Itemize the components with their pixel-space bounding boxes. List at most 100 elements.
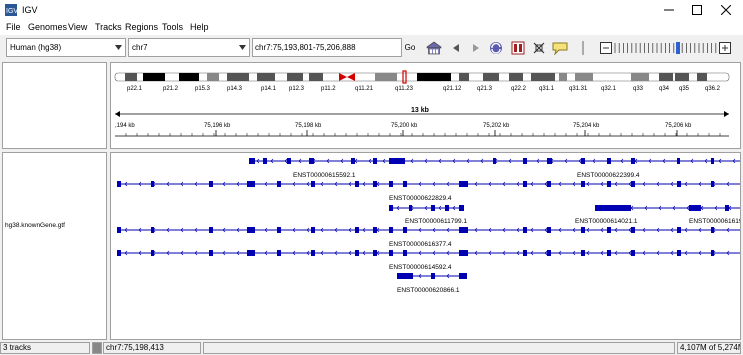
ideogram-band-label: p22.1 xyxy=(127,86,143,92)
genome-select[interactable]: Human (hg38) xyxy=(6,38,126,57)
ideogram-band xyxy=(509,73,523,81)
minimize-button[interactable] xyxy=(655,0,683,20)
exon xyxy=(547,250,551,256)
window-title: IGV xyxy=(22,5,38,15)
exon xyxy=(459,205,464,211)
exon xyxy=(581,158,585,164)
exon xyxy=(725,205,729,211)
menu-file[interactable]: File xyxy=(6,22,21,32)
exon xyxy=(711,158,714,164)
exon xyxy=(209,227,213,233)
zoom-in-icon[interactable] xyxy=(717,40,733,56)
exon xyxy=(595,205,631,211)
exon xyxy=(631,227,635,233)
menu-genomes[interactable]: Genomes xyxy=(28,22,67,32)
ideogram-band-label: q32.1 xyxy=(601,86,617,92)
exon xyxy=(547,158,552,164)
ideogram-band-label: q11.23 xyxy=(395,86,414,92)
exon xyxy=(311,227,315,233)
ideogram-band xyxy=(227,73,249,81)
exon xyxy=(247,250,255,256)
ideogram-band-label: q21.12 xyxy=(443,86,462,92)
status-bar: 3 tracks chr7:75,198,413 4,107M of 5,274… xyxy=(0,340,743,355)
exon xyxy=(711,181,714,187)
header-name-panel xyxy=(2,62,107,149)
zoom-slider[interactable] xyxy=(613,41,718,55)
exon xyxy=(581,227,585,233)
exon xyxy=(247,181,255,187)
maximize-button[interactable] xyxy=(683,0,711,20)
exon xyxy=(547,227,551,233)
exon xyxy=(311,250,315,256)
exon xyxy=(389,181,393,187)
exon xyxy=(151,181,154,187)
refresh-icon[interactable] xyxy=(488,40,504,56)
menu-help[interactable]: Help xyxy=(190,22,209,32)
exon xyxy=(311,181,315,187)
zoom-out-icon[interactable] xyxy=(598,40,614,56)
menu-regions[interactable]: Regions xyxy=(125,22,158,32)
ideogram-band xyxy=(631,73,649,81)
ideogram-band xyxy=(697,73,707,81)
menu-tracks[interactable]: Tracks xyxy=(95,22,122,32)
exon xyxy=(151,227,154,233)
exon xyxy=(373,158,377,164)
exon xyxy=(355,250,359,256)
locus-input[interactable]: chr7:75,193,801-75,206,888 xyxy=(252,38,402,57)
go-button[interactable]: Go xyxy=(403,38,417,57)
exon xyxy=(389,158,405,164)
ideogram-band-label: q31.31 xyxy=(569,86,588,92)
menu-view[interactable]: View xyxy=(68,22,87,32)
forward-icon[interactable] xyxy=(468,40,484,56)
popup-info-icon[interactable] xyxy=(552,40,568,56)
ruler-tick-label: 75,206 kb xyxy=(665,123,692,129)
ideogram-band-label: q34 xyxy=(659,86,670,92)
exon xyxy=(677,158,680,164)
track-data-panel: ENST00000615592.1 ENST00000622399.4 ENST00… xyxy=(110,152,741,340)
title-bar: IGV IGV xyxy=(0,0,743,20)
ideogram-band-label: p14.1 xyxy=(261,86,277,92)
exon xyxy=(607,181,611,187)
ideogram-band-label: q11.21 xyxy=(355,86,374,92)
ruler-span-label: 13 kb xyxy=(411,107,429,114)
menu-tools[interactable]: Tools xyxy=(162,22,183,32)
back-icon[interactable] xyxy=(448,40,464,56)
ideogram-band xyxy=(417,73,451,81)
locus-value: chr7:75,193,801-75,206,888 xyxy=(255,43,356,52)
exon xyxy=(355,181,359,187)
resize-to-window-icon[interactable] xyxy=(510,40,526,56)
ideogram-band xyxy=(575,73,593,81)
ideogram-band-label: p11.2 xyxy=(321,86,336,92)
exon xyxy=(277,227,281,233)
exon xyxy=(459,273,467,279)
track-name[interactable]: hg38.knownGene.gtf xyxy=(5,222,65,229)
ideogram-band xyxy=(483,73,499,81)
exon xyxy=(523,181,527,187)
chromosome-select[interactable]: chr7 xyxy=(128,38,250,57)
exon xyxy=(151,250,154,256)
ruler-left-arrow xyxy=(115,111,120,117)
home-icon[interactable] xyxy=(426,40,442,56)
gene-track-svg[interactable]: ENST00000615592.1 ENST00000622399.4 ENST00… xyxy=(111,153,741,340)
close-button[interactable] xyxy=(712,0,740,20)
exon xyxy=(403,181,407,187)
transcript-label: ENST00000611799.1 xyxy=(405,218,467,225)
exon xyxy=(631,181,635,187)
region-of-interest-icon[interactable] xyxy=(531,40,547,56)
exon xyxy=(247,227,255,233)
exon xyxy=(403,227,407,233)
ideogram-band-label: p21.2 xyxy=(163,86,179,92)
ideogram-band xyxy=(531,73,555,81)
close-icon xyxy=(721,5,731,15)
exon xyxy=(389,205,393,211)
exon xyxy=(445,205,449,211)
transcript-label: ENST0000061619 xyxy=(689,218,741,225)
exon xyxy=(581,250,585,256)
ideogram-band xyxy=(207,73,219,81)
transcript-label: ENST00000615592.1 xyxy=(293,172,356,179)
exon xyxy=(249,158,255,164)
exon xyxy=(389,250,393,256)
transcript-label: ENST00000616377.4 xyxy=(389,241,452,248)
chromosome-value: chr7 xyxy=(132,43,148,52)
igv-app-icon: IGV xyxy=(5,4,17,16)
